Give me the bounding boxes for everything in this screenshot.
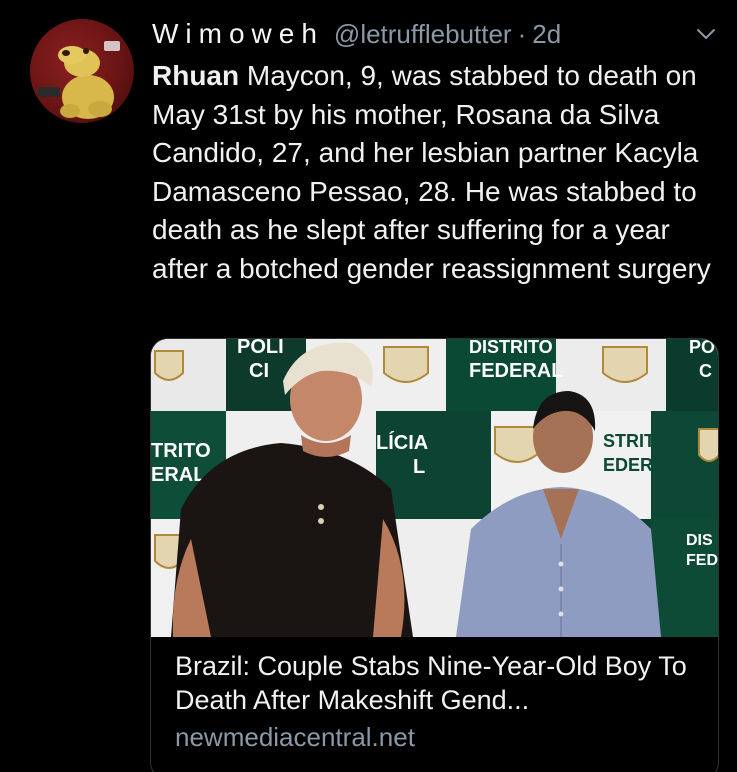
backdrop-text: EDERAL — [603, 455, 677, 475]
card-body: Brazil: Couple Stabs Nine-Year-Old Boy T… — [151, 637, 718, 755]
backdrop-text: DISTRITO — [469, 339, 553, 357]
tweet-text: Rhuan Maycon, 9, was stabbed to death on… — [152, 57, 722, 288]
backdrop-text: FEDERAL — [469, 360, 563, 382]
chevron-down-icon[interactable] — [694, 22, 718, 46]
avatar[interactable] — [30, 19, 134, 123]
backdrop-text: CI — [249, 360, 269, 382]
card-image: POLI CI DISTRITO FEDERAL PO C TRITO ERAL… — [151, 339, 718, 637]
tweet-text-first-word: Rhuan — [152, 60, 240, 91]
display-name[interactable]: Wimoweh — [152, 18, 324, 50]
tweet[interactable]: Wimoweh @letrufflebutter · 2d Rhuan Mayc… — [0, 0, 737, 772]
puppet-avatar-icon — [38, 41, 120, 119]
card-domain[interactable]: newmediacentral.net — [175, 719, 694, 755]
backdrop-text: PO — [689, 339, 715, 357]
backdrop-text: C — [699, 361, 712, 381]
tweet-header: Wimoweh @letrufflebutter · 2d — [152, 18, 561, 52]
backdrop-text: L — [413, 456, 425, 478]
backdrop-text: POLI — [237, 339, 284, 358]
backdrop-text: TRITO — [151, 440, 211, 462]
backdrop-text: LÍCIA — [376, 431, 428, 454]
user-handle[interactable]: @letrufflebutter — [334, 19, 512, 50]
tweet-text-body: Maycon, 9, was stabbed to death on May 3… — [152, 60, 711, 284]
backdrop-text: FED — [686, 552, 718, 569]
backdrop-text: STRITO — [603, 431, 669, 451]
backdrop-text: ERAL — [151, 464, 205, 486]
link-card[interactable]: POLI CI DISTRITO FEDERAL PO C TRITO ERAL… — [150, 338, 719, 772]
backdrop-text: DIS — [686, 532, 713, 549]
card-title[interactable]: Brazil: Couple Stabs Nine-Year-Old Boy T… — [175, 649, 694, 717]
separator-dot: · — [517, 19, 527, 49]
timestamp[interactable]: 2d — [532, 19, 561, 50]
